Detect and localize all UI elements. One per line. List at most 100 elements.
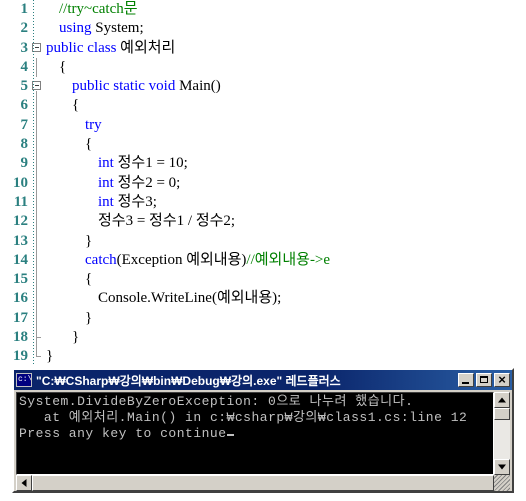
outline-guide-line bbox=[36, 173, 37, 193]
chevron-down-icon bbox=[498, 464, 506, 470]
code-keyword: catch bbox=[85, 251, 117, 268]
code-line-text: } bbox=[46, 309, 526, 328]
code-keyword: int bbox=[98, 174, 118, 191]
console-output-line: System.DivideByZeroException: 0으로 나누려 했습… bbox=[19, 394, 414, 409]
code-line[interactable]: 10 int 정수2 = 0; bbox=[0, 173, 526, 193]
code-text-span: } bbox=[85, 309, 93, 326]
code-line-text: { bbox=[46, 270, 526, 289]
code-text-span: 예외처리 bbox=[120, 39, 176, 56]
code-keyword: public class bbox=[46, 39, 121, 56]
scroll-down-button[interactable] bbox=[494, 459, 510, 475]
line-number: 8 bbox=[20, 136, 29, 153]
code-line[interactable]: 6{ bbox=[0, 96, 526, 116]
outline-region-end-tick bbox=[36, 337, 41, 339]
code-line[interactable]: 13} bbox=[0, 231, 526, 251]
code-line-text: catch(Exception 예외내용)//예외내용->e bbox=[46, 251, 526, 270]
code-line-text: Console.WriteLine(예외내용); bbox=[46, 289, 526, 308]
code-comment: //예외내용->e bbox=[246, 251, 331, 268]
code-line[interactable]: 11 int 정수3; bbox=[0, 192, 526, 213]
console-output-line: at 예외처리.Main() in c:₩csharp₩강의₩class1.cs… bbox=[19, 410, 468, 425]
code-line[interactable]: 15 { bbox=[0, 270, 526, 290]
console-window[interactable]: "C:₩CSharp₩강의₩bin₩Debug₩강의.exe" 레드플러스 Sy… bbox=[12, 368, 514, 493]
code-text-span: Main() bbox=[179, 78, 221, 95]
vertical-scroll-track[interactable] bbox=[494, 420, 510, 459]
scroll-left-button[interactable] bbox=[16, 475, 32, 491]
code-line[interactable]: 16 Console.WriteLine(예외내용); bbox=[0, 289, 526, 309]
code-line[interactable]: 19} bbox=[0, 347, 526, 366]
code-line[interactable]: 1 //try~catch문 bbox=[0, 0, 526, 19]
outline-guide-line bbox=[36, 192, 37, 213]
resize-grip[interactable] bbox=[494, 475, 510, 491]
console-content-row: System.DivideByZeroException: 0으로 나누려 했습… bbox=[16, 392, 510, 475]
console-horizontal-scrollbar[interactable] bbox=[16, 475, 494, 491]
code-line-text: int 정수1 = 10; bbox=[46, 154, 526, 173]
line-number: 12 bbox=[13, 213, 28, 230]
console-vertical-scrollbar[interactable] bbox=[494, 392, 510, 475]
outline-guide-line bbox=[36, 231, 37, 251]
console-cursor bbox=[226, 434, 234, 436]
code-line[interactable]: 8{ bbox=[0, 135, 526, 155]
code-keyword: int bbox=[98, 193, 118, 210]
outline-guide-line bbox=[36, 270, 37, 290]
console-body: System.DivideByZeroException: 0으로 나누려 했습… bbox=[16, 392, 510, 491]
code-keyword: try bbox=[85, 116, 102, 133]
scroll-up-button[interactable] bbox=[494, 392, 510, 408]
outline-guide-line bbox=[36, 57, 37, 78]
chevron-left-icon bbox=[21, 479, 27, 487]
code-text-span: } bbox=[85, 232, 93, 249]
code-line-text: int 정수2 = 0; bbox=[46, 174, 526, 193]
outline-guide-line bbox=[36, 289, 37, 309]
code-text-span: { bbox=[59, 58, 67, 75]
code-text-span: 정수1 = 10; bbox=[117, 155, 188, 172]
code-comment: //try~catch문 bbox=[59, 1, 138, 17]
console-output-area[interactable]: System.DivideByZeroException: 0으로 나누려 했습… bbox=[16, 392, 494, 475]
maximize-button[interactable] bbox=[476, 373, 492, 387]
outline-guide-line bbox=[36, 212, 37, 232]
console-output-line: Press any key to continue bbox=[19, 426, 491, 442]
line-number: 18 bbox=[13, 329, 28, 346]
console-app-icon bbox=[16, 373, 32, 387]
line-number: 14 bbox=[13, 251, 28, 268]
line-number: 2 bbox=[20, 20, 29, 37]
code-keyword: int bbox=[98, 155, 118, 172]
horizontal-scroll-thumb[interactable] bbox=[32, 475, 494, 491]
minimize-button[interactable] bbox=[458, 373, 474, 387]
code-line-text: { bbox=[46, 135, 526, 154]
code-line-text: { bbox=[46, 96, 526, 115]
code-text-span: (Exception 예외내용) bbox=[116, 251, 247, 268]
code-line[interactable]: 17} bbox=[0, 308, 526, 329]
code-line[interactable]: 5 public static void Main() bbox=[0, 77, 526, 98]
code-line[interactable]: 7 try bbox=[0, 115, 526, 136]
code-text-span: 정수3 = 정수1 / 정수2; bbox=[98, 213, 236, 230]
code-line[interactable]: 2 using System; bbox=[0, 19, 526, 38]
code-lines-container[interactable]: 1 //try~catch문 2 using System; 3 public class… bbox=[0, 0, 526, 367]
code-line[interactable]: 12 정수3 = 정수1 / 정수2; bbox=[0, 212, 526, 232]
console-titlebar[interactable]: "C:₩CSharp₩강의₩bin₩Debug₩강의.exe" 레드플러스 bbox=[14, 370, 512, 390]
code-line[interactable]: 18} bbox=[0, 328, 526, 348]
line-number: 13 bbox=[13, 232, 28, 249]
line-number: 5 bbox=[20, 78, 29, 95]
outline-guide-line bbox=[36, 115, 37, 136]
code-line[interactable]: 9 int 정수1 = 10; bbox=[0, 154, 526, 174]
outline-guide-line bbox=[36, 135, 37, 155]
close-button[interactable] bbox=[494, 371, 510, 389]
console-title-text: "C:₩CSharp₩강의₩bin₩Debug₩강의.exe" 레드플러스 bbox=[36, 373, 341, 388]
line-number: 1 bbox=[20, 1, 29, 17]
line-number: 9 bbox=[20, 155, 29, 172]
code-editor[interactable]: 1 //try~catch문 2 using System; 3 public class… bbox=[0, 0, 526, 366]
outline-guide-line bbox=[36, 250, 37, 271]
console-horizontal-scrollbar-row bbox=[16, 475, 510, 491]
line-number: 6 bbox=[20, 97, 29, 114]
code-line[interactable]: 4{ bbox=[0, 57, 526, 78]
code-text-span: } bbox=[46, 348, 54, 365]
vertical-scroll-thumb[interactable] bbox=[494, 408, 510, 420]
code-text-span: 정수2 = 0; bbox=[117, 174, 181, 191]
code-line-text: public class 예외처리 bbox=[46, 39, 526, 58]
outline-guide-line bbox=[36, 96, 37, 116]
code-line-text: //try~catch문 bbox=[46, 0, 526, 19]
line-number: 17 bbox=[13, 309, 28, 326]
line-number: 19 bbox=[13, 348, 28, 365]
code-line[interactable]: 14 catch(Exception 예외내용)//예외내용->e bbox=[0, 250, 526, 271]
code-line[interactable]: 3 public class 예외처리 bbox=[0, 39, 526, 58]
outline-guide-line bbox=[36, 154, 37, 174]
